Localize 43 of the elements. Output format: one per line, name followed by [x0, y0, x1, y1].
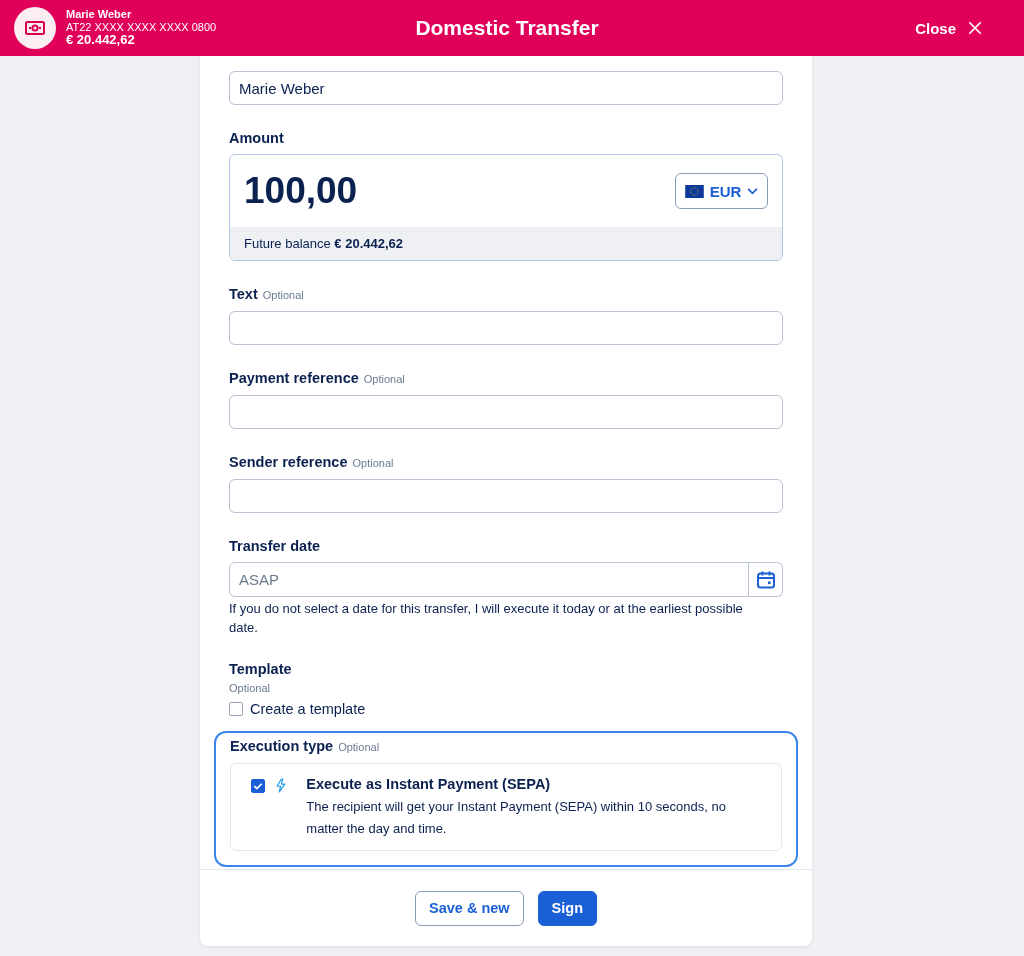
account-name: Marie Weber: [66, 7, 133, 21]
field-label: Text: [229, 285, 258, 303]
amount-field[interactable]: 100,00 EUR Future balance € 20.442,62: [229, 154, 783, 261]
close-icon: [968, 21, 982, 35]
page-title: Domestic Transfer: [414, 16, 600, 40]
amount-value: 100,00: [244, 170, 358, 212]
optional-hint: Optional: [338, 740, 380, 755]
checkbox[interactable]: [251, 779, 265, 793]
input-field[interactable]: [229, 395, 783, 429]
input-field[interactable]: Marie Weber: [229, 71, 783, 105]
input-field[interactable]: [229, 311, 783, 345]
currency-dropdown[interactable]: EUR: [675, 173, 768, 209]
execution-type-group[interactable]: Execution type Optional Execute as Instant Payment (SEPA) The recipient will get your Instant Payment (SEPA) within 10 seconds, no matter the day and time.: [214, 731, 798, 867]
check-icon: [252, 780, 264, 792]
optional-hint: Optional: [363, 372, 405, 387]
lightning-icon: [275, 776, 287, 795]
optional-hint: Optional: [229, 682, 271, 694]
date-field[interactable]: ASAP: [229, 562, 749, 597]
calendar-icon: [755, 569, 776, 590]
field-label: Transfer date: [229, 537, 321, 555]
field-label: Amount: [229, 129, 284, 147]
sign-button[interactable]: Sign: [537, 890, 597, 926]
field-label: Payment reference: [229, 369, 359, 387]
optional-hint: Optional: [262, 288, 304, 303]
flag-icon: [684, 184, 704, 198]
account-iban: AT22 XXXX XXXX XXXX 0800: [66, 20, 217, 34]
help-text: If you do not select a date for this transfer, I will execute it today or at the earliest possible date.: [229, 600, 744, 637]
option-description: The recipient will get your Instant Payment (SEPA) within 10 seconds, no matter the day and time.: [306, 798, 727, 838]
field-label: Sender reference: [229, 453, 348, 471]
field-label: Template: [229, 661, 293, 677]
checkbox-label[interactable]: Create a template: [250, 701, 366, 717]
save-button[interactable]: Save & new: [415, 890, 524, 926]
field-label: Execution type: [230, 737, 334, 755]
calendar-button[interactable]: [749, 562, 783, 597]
option-card[interactable]: Execute as Instant Payment (SEPA) The recipient will get your Instant Payment (SEPA) within 10 seconds, no matter the day and time.: [230, 763, 782, 851]
caret-icon: [747, 187, 759, 195]
optional-hint: Optional: [352, 456, 394, 471]
input-field[interactable]: [229, 479, 783, 513]
checkbox[interactable]: [229, 702, 243, 716]
close-button[interactable]: Close: [770, 19, 1010, 37]
future-balance: Future balance € 20.442,62: [244, 236, 404, 251]
option-title: Execute as Instant Payment (SEPA): [306, 776, 552, 792]
account-balance: € 20.442,62: [66, 33, 136, 49]
